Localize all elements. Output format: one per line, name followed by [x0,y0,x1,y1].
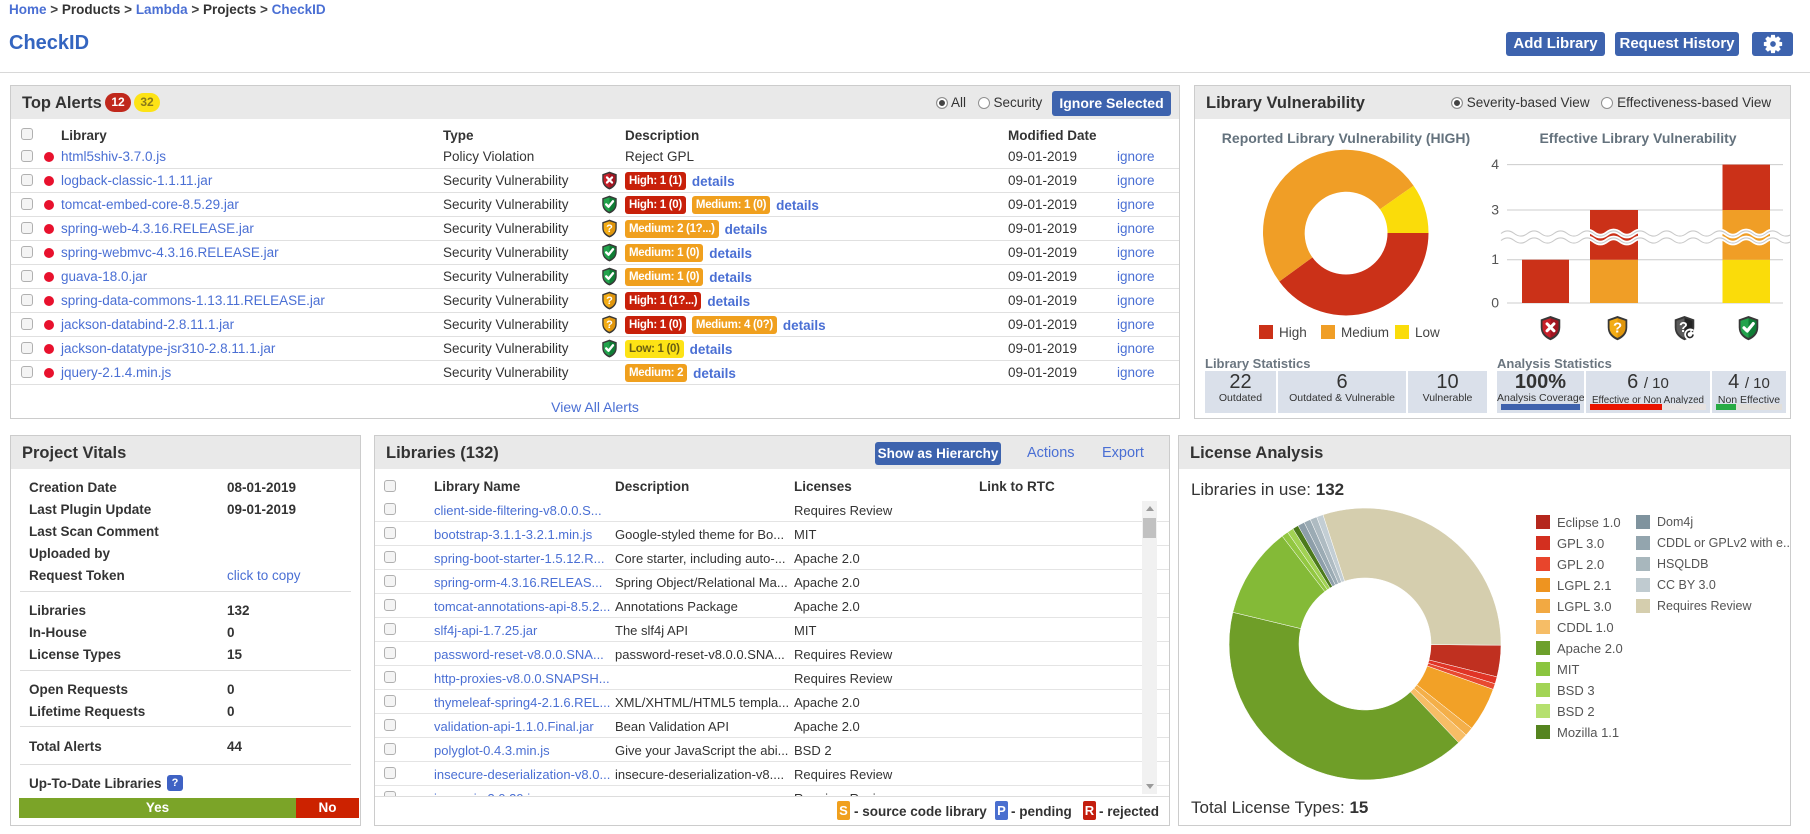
svg-text:?: ? [606,319,613,331]
svg-text:4: 4 [1491,156,1499,172]
svg-text:High: High [1279,325,1307,340]
svg-text:0: 0 [1491,295,1499,311]
svg-text:?: ? [606,295,613,307]
svg-text:1: 1 [1491,251,1499,267]
svg-text:?: ? [606,223,613,235]
svg-text:3: 3 [1491,202,1499,218]
svg-text:?: ? [1613,320,1622,337]
svg-text:Low: Low [1415,325,1440,340]
svg-text:Medium: Medium [1341,325,1389,340]
